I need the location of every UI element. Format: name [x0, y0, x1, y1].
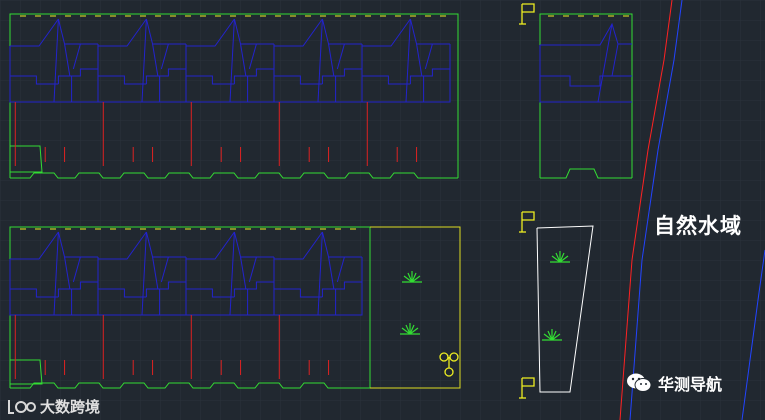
watermark-right: 华测导航	[626, 371, 722, 395]
water-area-label: 自然水域	[654, 214, 742, 238]
watermark-left-text: 大数跨境	[40, 398, 101, 416]
watermark-left: 大数跨境	[6, 396, 100, 417]
grid-background	[0, 0, 765, 420]
wechat-icon	[627, 373, 652, 392]
watermark-right-text: 华测导航	[658, 375, 723, 394]
brand-logo-icon	[8, 399, 36, 414]
cad-drawing-canvas[interactable]	[0, 0, 765, 420]
